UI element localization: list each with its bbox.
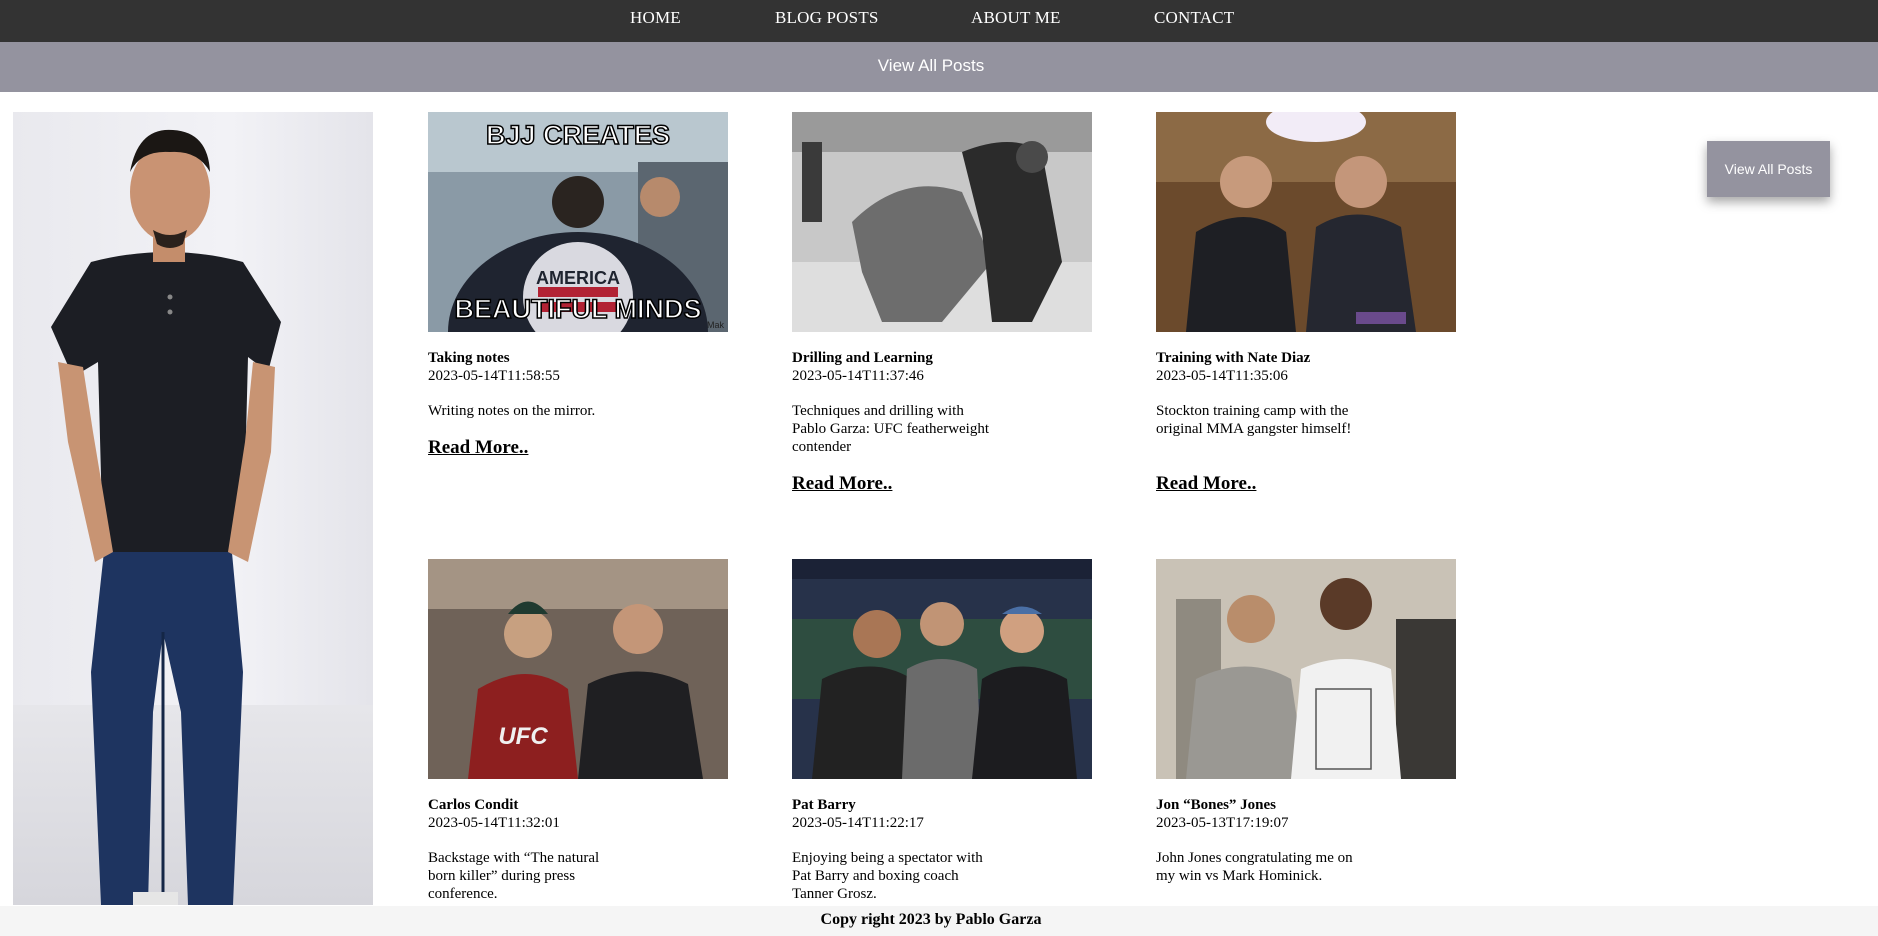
posts-subbar: View All Posts [0, 42, 1878, 92]
post-description: Stockton training camp with the original… [1156, 403, 1352, 437]
floating-view-all-posts-button[interactable]: View All Posts [1707, 141, 1830, 197]
post-date: 2023-05-14T11:37:46 [792, 368, 924, 384]
image-caption-bottom: BEAUTIFUL MINDS [455, 294, 702, 324]
post-title: Pat Barry [792, 797, 856, 813]
post-image-graphic: BJJ CREATES AMERICA BEAUTIFUL MINDS Mak [428, 112, 728, 332]
post-title: Training with Nate Diaz [1156, 350, 1311, 366]
footer: Copy right 2023 by Pablo Garza [0, 906, 1878, 936]
post-image[interactable] [1156, 559, 1456, 779]
image-caption-top: BJJ CREATES [486, 120, 670, 150]
post-image-graphic [792, 112, 1092, 332]
nav-link-contact[interactable]: CONTACT [1154, 8, 1234, 28]
post-date: 2023-05-13T17:19:07 [1156, 815, 1289, 831]
post-image-graphic [1156, 559, 1456, 779]
footer-copyright: Copy right 2023 by Pablo Garza [820, 911, 1042, 928]
read-more-link[interactable]: Read More.. [428, 437, 528, 459]
post-date: 2023-05-14T11:32:01 [428, 815, 560, 831]
post-title: Jon “Bones” Jones [1156, 797, 1277, 813]
read-more-link[interactable]: Read More.. [792, 473, 892, 495]
post-title: Drilling and Learning [792, 350, 933, 366]
nav-link-home[interactable]: HOME [630, 8, 681, 28]
post-description: Writing notes on the mirror. [428, 403, 596, 419]
post-image-graphic [792, 559, 1092, 779]
post-image[interactable]: UFC [428, 559, 728, 779]
image-corner-text: Mak [707, 320, 725, 330]
post-description: Techniques and drilling with Pablo Garza… [792, 403, 990, 455]
post-image-graphic [1156, 112, 1456, 332]
read-more-link[interactable]: Read More.. [1156, 473, 1256, 495]
post-title: Taking notes [428, 350, 510, 366]
post-description: Enjoying being a spectator with Pat Barr… [792, 850, 983, 902]
post-image[interactable]: BJJ CREATES AMERICA BEAUTIFUL MINDS Mak [428, 112, 728, 332]
post-image-graphic: UFC [428, 559, 728, 779]
nav-link-about-me[interactable]: ABOUT ME [971, 8, 1061, 28]
post-image[interactable] [792, 112, 1092, 332]
person-figure [51, 129, 281, 905]
post-description: Backstage with “The natural born killer”… [428, 850, 600, 902]
author-portrait [13, 112, 373, 905]
post-date: 2023-05-14T11:35:06 [1156, 368, 1288, 384]
view-all-posts-link[interactable]: View All Posts [0, 56, 1862, 76]
post-title: Carlos Condit [428, 797, 519, 813]
image-shirt-text: UFC [498, 723, 548, 750]
image-caption-mid: AMERICA [536, 268, 620, 288]
post-description: John Jones congratulating me on my win v… [1156, 850, 1353, 884]
post-date: 2023-05-14T11:22:17 [792, 815, 924, 831]
nav-link-blog-posts[interactable]: BLOG POSTS [775, 8, 879, 28]
top-nav-bar: HOME BLOG POSTS ABOUT ME CONTACT [0, 0, 1878, 42]
post-date: 2023-05-14T11:58:55 [428, 368, 560, 384]
post-image[interactable] [1156, 112, 1456, 332]
post-image[interactable] [792, 559, 1092, 779]
